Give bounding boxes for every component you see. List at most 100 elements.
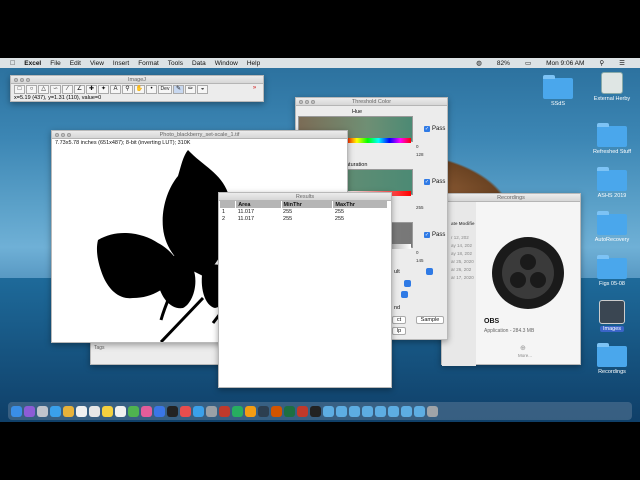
launchpad-dock-icon[interactable] xyxy=(37,405,48,417)
music-dock-icon[interactable] xyxy=(141,405,152,417)
menu-help[interactable]: Help xyxy=(247,60,260,67)
safari-dock-icon[interactable] xyxy=(50,405,61,417)
minimize-icon[interactable] xyxy=(305,100,309,104)
folder-dock-icon[interactable] xyxy=(336,405,347,417)
desktop-item[interactable]: External Herby xyxy=(582,72,640,102)
zoom-tool-icon[interactable]: ⚲ xyxy=(122,85,133,94)
minimize-icon[interactable] xyxy=(61,133,65,137)
color-dropdown[interactable] xyxy=(404,280,411,287)
hand-tool-icon[interactable]: ✋ xyxy=(134,85,145,94)
apple-icon[interactable]:  xyxy=(10,60,15,67)
column-header[interactable]: MaxThr xyxy=(332,201,388,208)
image-titlebar[interactable]: Photo_blackberry_set-scale_1.tif xyxy=(52,131,347,139)
app-dock-icon[interactable] xyxy=(258,405,269,417)
control-center-icon[interactable]: ☰ xyxy=(619,59,625,67)
close-icon[interactable] xyxy=(14,78,18,82)
desktop-item[interactable]: Images xyxy=(582,300,640,332)
photos-dock-icon[interactable] xyxy=(76,405,87,417)
table-row[interactable]: 1 11.017 255 255 xyxy=(220,208,388,215)
polygon-tool-icon[interactable]: △ xyxy=(38,85,49,94)
folder-dock-icon[interactable] xyxy=(323,405,334,417)
brush-tool-icon[interactable]: ✏ xyxy=(185,85,196,94)
freehand-tool-icon[interactable]: ∽ xyxy=(50,85,61,94)
rectangle-tool-icon[interactable]: □ xyxy=(14,85,25,94)
close-icon[interactable] xyxy=(55,133,59,137)
excel-dock-icon[interactable] xyxy=(284,405,295,417)
list-item[interactable]: r 12, 202 xyxy=(451,235,469,240)
results-titlebar[interactable]: Results xyxy=(219,193,391,201)
folder-dock-icon[interactable] xyxy=(401,405,412,417)
search-icon[interactable]: ⚲ xyxy=(599,59,604,67)
obs-dock-icon[interactable] xyxy=(310,405,321,417)
menu-edit[interactable]: Edit xyxy=(70,60,81,67)
list-item[interactable]: ar 17, 2020 xyxy=(451,275,474,280)
space-dropdown[interactable] xyxy=(401,291,408,298)
zoom-icon[interactable] xyxy=(311,100,315,104)
battery-percent[interactable]: 82% xyxy=(497,60,510,67)
preferences-dock-icon[interactable] xyxy=(206,405,217,417)
threshold-titlebar[interactable]: Threshold Color xyxy=(296,98,447,106)
oval-tool-icon[interactable]: ○ xyxy=(26,85,37,94)
messages-dock-icon[interactable] xyxy=(154,405,165,417)
hue-pass[interactable]: ✓ Pass xyxy=(424,126,445,132)
pencil-tool-icon[interactable]: ✎ xyxy=(173,85,184,94)
dropper-tool-icon[interactable]: • xyxy=(146,85,157,94)
list-item[interactable]: ay 18, 202 xyxy=(451,251,472,256)
zoom-icon[interactable] xyxy=(26,78,30,82)
app-dock-icon[interactable] xyxy=(271,405,282,417)
app-dock-icon[interactable] xyxy=(219,405,230,417)
dev-button[interactable]: Dev xyxy=(158,85,172,94)
desktop-item[interactable]: ASHS 2019 xyxy=(582,167,640,199)
folder-dock-icon[interactable] xyxy=(375,405,386,417)
zoom-icon[interactable] xyxy=(67,133,71,137)
close-icon[interactable] xyxy=(299,100,303,104)
desktop-item[interactable]: Figs 05-08 xyxy=(582,255,640,287)
brightness-pass[interactable]: ✓ Pass xyxy=(424,232,445,238)
folder-dock-icon[interactable] xyxy=(414,405,425,417)
clock[interactable]: Mon 9:06 AM xyxy=(546,60,584,67)
siri-dock-icon[interactable] xyxy=(24,405,35,417)
line-tool-icon[interactable]: ∕ xyxy=(62,85,73,94)
app-dock-icon[interactable] xyxy=(245,405,256,417)
list-item[interactable]: ay 14, 202 xyxy=(451,243,472,248)
menu-file[interactable]: File xyxy=(50,60,60,67)
appstore-dock-icon[interactable] xyxy=(193,405,204,417)
minimize-icon[interactable] xyxy=(20,78,24,82)
text-tool-icon[interactable]: A xyxy=(110,85,121,94)
wifi-icon[interactable]: ◍ xyxy=(476,59,482,67)
menu-insert[interactable]: Insert xyxy=(113,60,129,67)
desktop-item[interactable]: Recordings xyxy=(582,343,640,375)
column-header[interactable] xyxy=(220,201,237,208)
maps-dock-icon[interactable] xyxy=(128,405,139,417)
folder-dock-icon[interactable] xyxy=(388,405,399,417)
menu-data[interactable]: Data xyxy=(192,60,206,67)
flood-fill-icon[interactable]: ◒ xyxy=(197,85,208,94)
desktop-item[interactable]: SSdS xyxy=(528,75,588,107)
chrome-dock-icon[interactable] xyxy=(63,405,74,417)
list-item[interactable]: ar 25, 2020 xyxy=(451,259,474,264)
acrobat-dock-icon[interactable] xyxy=(297,405,308,417)
menu-format[interactable]: Format xyxy=(138,60,159,67)
help-button[interactable]: lp xyxy=(392,327,406,335)
finder-dock-icon[interactable] xyxy=(11,405,22,417)
angle-tool-icon[interactable]: ∠ xyxy=(74,85,85,94)
wand-tool-icon[interactable]: ✦ xyxy=(98,85,109,94)
point-tool-icon[interactable]: ✚ xyxy=(86,85,97,94)
menu-view[interactable]: View xyxy=(90,60,104,67)
column-header[interactable]: MinThr xyxy=(281,201,334,208)
column-header[interactable]: Area xyxy=(235,201,282,208)
more-icon[interactable]: ⊕ xyxy=(520,344,526,352)
battery-icon[interactable]: ▭ xyxy=(525,59,531,67)
saturation-pass[interactable]: ✓ Pass xyxy=(424,179,445,185)
menu-app-name[interactable]: Excel xyxy=(24,60,41,67)
tv-dock-icon[interactable] xyxy=(167,405,178,417)
app-dock-icon[interactable] xyxy=(232,405,243,417)
table-row[interactable]: 2 11.017 255 255 xyxy=(220,215,388,222)
sample-button[interactable]: Sample xyxy=(416,316,444,324)
more-link[interactable]: More... xyxy=(518,353,532,358)
finder-titlebar[interactable]: Recordings xyxy=(442,194,580,202)
more-tools-icon[interactable]: » xyxy=(249,85,260,94)
calendar-dock-icon[interactable] xyxy=(89,405,100,417)
news-dock-icon[interactable] xyxy=(180,405,191,417)
imagej-titlebar[interactable]: ImageJ xyxy=(11,76,263,84)
